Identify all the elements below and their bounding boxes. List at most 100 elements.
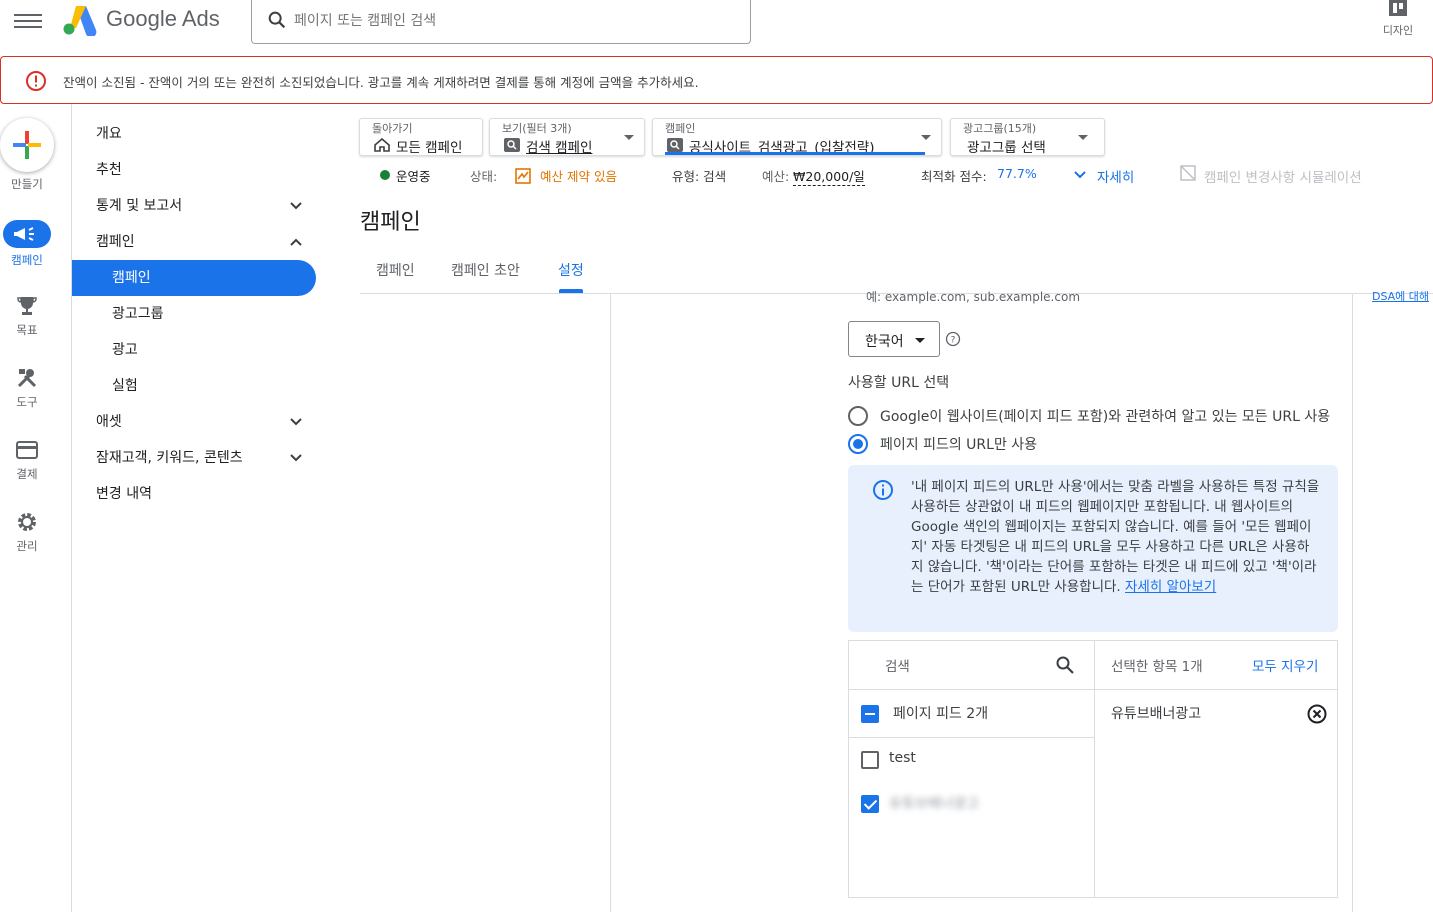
- rail-tools[interactable]: 도구: [0, 366, 54, 410]
- home-icon: [374, 138, 390, 152]
- group-label: 페이지 피드 2개: [893, 706, 989, 722]
- menu-icon[interactable]: [14, 10, 42, 32]
- tab-draft[interactable]: 캠페인 초안: [451, 260, 520, 280]
- chevron-down-icon: [290, 418, 302, 426]
- search-input[interactable]: [294, 10, 734, 32]
- design-button[interactable]: 디자인: [1376, 0, 1420, 40]
- nav-experiments[interactable]: 실험: [72, 368, 316, 404]
- design-label: 디자인: [1382, 24, 1414, 37]
- score-value[interactable]: 77.7%: [997, 166, 1037, 181]
- language-dropdown-icon: [915, 338, 925, 343]
- view-selector[interactable]: 보기(필터 3개) 검색 캠페인: [489, 118, 645, 156]
- google-ads-logo: [63, 6, 97, 36]
- picker-search-input[interactable]: 검색: [885, 655, 910, 675]
- view-caption: 보기(필터 3개): [502, 122, 572, 135]
- error-icon: [26, 71, 46, 91]
- tools-icon: [17, 369, 37, 388]
- nav-history[interactable]: 변경 내역: [72, 476, 316, 512]
- remove-icon[interactable]: [1306, 703, 1328, 725]
- nav-campaigns-sub[interactable]: 캠페인: [72, 260, 316, 296]
- nav-audiences[interactable]: 잠재고객, 키워드, 콘텐츠: [72, 440, 316, 476]
- group-checkbox[interactable]: [861, 705, 879, 723]
- view-value: 검색 캠페인: [526, 140, 593, 156]
- campaign-dropdown-icon: [921, 135, 931, 140]
- nav-campaigns-sub-label: 캠페인: [112, 270, 151, 286]
- info-box: '내 페이지 피드의 URL만 사용'에서는 맞춤 라벨을 사용하든 특정 규칙…: [848, 465, 1338, 632]
- nav-recommendations-label: 추천: [96, 162, 122, 178]
- rail-billing-label: 결제: [16, 467, 38, 481]
- back-selector[interactable]: 돌아가기 모든 캠페인: [359, 118, 483, 156]
- nav-ads[interactable]: 광고: [72, 332, 316, 368]
- radio-all-urls[interactable]: [848, 406, 868, 426]
- search-box[interactable]: [251, 0, 751, 44]
- chevron-down-icon: [1074, 171, 1086, 179]
- budget-value[interactable]: ₩20,000/일: [793, 166, 865, 186]
- tab-settings[interactable]: 설정: [558, 260, 584, 280]
- nav-campaigns[interactable]: 캠페인: [72, 224, 316, 260]
- budget-label: 예산:: [762, 169, 790, 184]
- nav-adgroups-label: 광고그룹: [112, 306, 164, 322]
- item1-checkbox[interactable]: [861, 751, 879, 769]
- url-heading: 사용할 URL 선택: [848, 375, 950, 391]
- score-label: 최적화 점수:: [921, 169, 987, 184]
- dsa-link[interactable]: DSA에 대해: [1372, 288, 1432, 304]
- nav-assets[interactable]: 애셋: [72, 404, 316, 440]
- state-label: 상태:: [470, 169, 498, 184]
- search-icon[interactable]: [1055, 655, 1075, 675]
- back-caption: 돌아가기: [372, 122, 413, 135]
- rail-campaign-label: 캠페인: [11, 253, 43, 267]
- info-body: '내 페이지 피드의 URL만 사용'에서는 맞춤 라벨을 사용하든 특정 규칙…: [911, 479, 1320, 595]
- nav-audiences-label: 잠재고객, 키워드, 콘텐츠: [96, 450, 243, 466]
- item1-label: test: [889, 750, 916, 766]
- help-icon[interactable]: ?: [945, 331, 961, 347]
- details-link[interactable]: 자세히: [1097, 166, 1134, 186]
- campaign-type: 유형: 검색: [672, 169, 727, 184]
- language-value: 한국어: [865, 334, 904, 350]
- nav-experiments-label: 실험: [112, 378, 138, 394]
- view-dropdown-icon: [624, 135, 634, 140]
- credit-card-icon: [16, 441, 38, 459]
- rail-billing[interactable]: 결제: [0, 438, 54, 482]
- chevron-down-icon: [290, 202, 302, 210]
- nav-overview[interactable]: 개요: [72, 116, 316, 152]
- trophy-icon: [17, 297, 37, 315]
- adgroup-caption: 광고그룹(15개): [963, 122, 1037, 135]
- info-icon: [873, 480, 893, 500]
- tab-campaign[interactable]: 캠페인: [376, 260, 415, 280]
- clear-all-button[interactable]: 모두 지우기: [1252, 655, 1318, 675]
- rail-tools-label: 도구: [16, 395, 38, 409]
- adgroup-dropdown-icon: [1078, 135, 1088, 140]
- alert-text: 잔액이 소진됨 - 잔액이 거의 또는 완전히 소진되었습니다. 광고를 계속 …: [63, 75, 699, 90]
- language-select[interactable]: 한국어: [848, 321, 940, 357]
- svg-text:?: ?: [951, 336, 956, 346]
- nav-stats-label: 통계 및 보고서: [96, 198, 183, 214]
- create-button[interactable]: [0, 118, 54, 172]
- rail-goals[interactable]: 목표: [0, 294, 54, 338]
- content-divider-left: [610, 294, 611, 912]
- adgroup-selector[interactable]: 광고그룹(15개) 광고그룹 선택: [950, 118, 1105, 156]
- nav-stats[interactable]: 통계 및 보고서: [72, 188, 316, 224]
- selected-item-label: 유튜브배너광고: [1111, 706, 1202, 722]
- radio-feed-urls[interactable]: [848, 434, 868, 454]
- picker-header-line: [849, 689, 1338, 690]
- item2-checkbox[interactable]: [861, 795, 879, 813]
- picker-group-line: [849, 737, 1094, 738]
- nav-overview-label: 개요: [96, 126, 122, 142]
- page-title: 캠페인: [360, 210, 421, 235]
- nav-adgroups[interactable]: 광고그룹: [72, 296, 316, 332]
- rail-campaign[interactable]: 캠페인: [0, 220, 54, 268]
- radio-feed-urls-label: 페이지 피드의 URL만 사용: [880, 437, 1038, 453]
- campaign-selector[interactable]: 캠페인 공식사이트_검색광고_(입찰전략): [652, 118, 942, 156]
- rail-admin[interactable]: 관리: [0, 510, 54, 554]
- nav-recommendations[interactable]: 추천: [72, 152, 316, 188]
- nav-campaigns-label: 캠페인: [96, 234, 135, 250]
- running-status: 운영중: [396, 169, 431, 184]
- state-value[interactable]: 예산 제약 있음: [540, 166, 617, 185]
- campaign-icon: [3, 220, 51, 248]
- simulation-link: 캠페인 변경사항 시뮬레이션: [1204, 170, 1362, 186]
- plus-icon: [13, 131, 41, 159]
- design-icon: [1389, 0, 1407, 16]
- content-divider-right: [1352, 294, 1353, 912]
- top-bar: Google Ads 디자인: [0, 0, 1433, 56]
- learn-more-link[interactable]: 자세히 알아보기: [1125, 579, 1216, 595]
